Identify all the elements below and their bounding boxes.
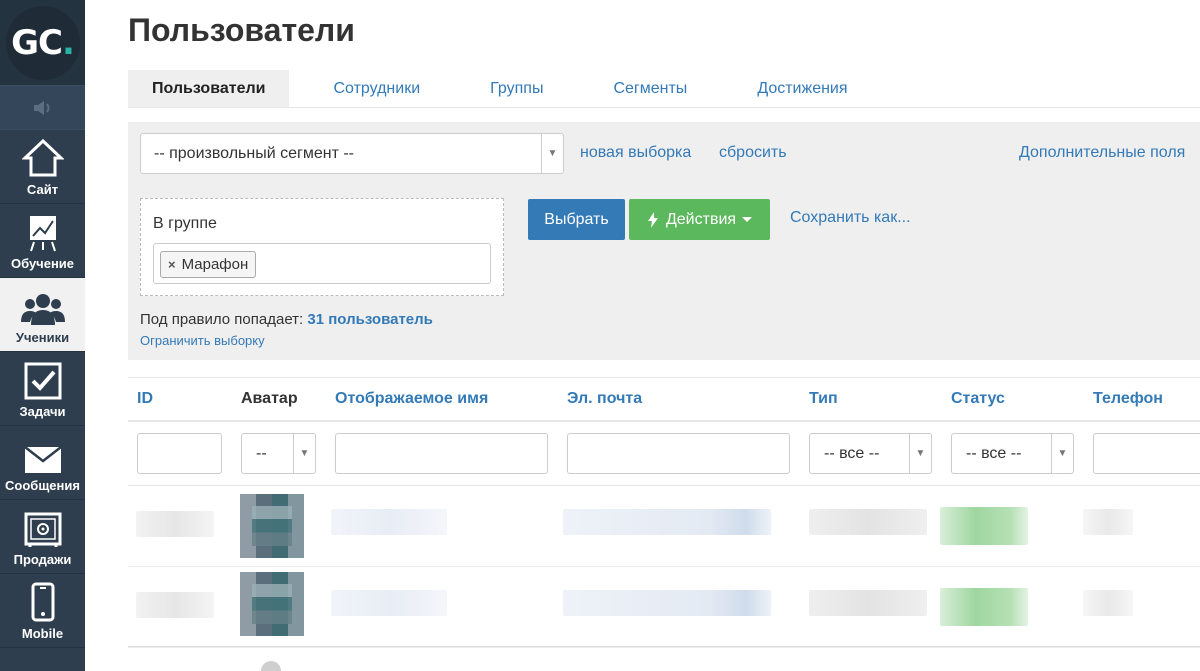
new-selection-link[interactable]: новая выборка bbox=[580, 144, 691, 162]
sidebar-item-students[interactable]: Ученики bbox=[0, 278, 85, 352]
lightning-icon bbox=[647, 211, 658, 228]
tab-segments[interactable]: Сегменты bbox=[589, 70, 711, 107]
envelope-icon bbox=[23, 446, 62, 473]
status-filter-select[interactable]: -- все -- ▼ bbox=[951, 433, 1074, 474]
group-tags-input[interactable]: × Марафон bbox=[153, 243, 491, 284]
column-type[interactable]: Тип bbox=[809, 390, 838, 408]
mobile-phone-icon bbox=[31, 582, 54, 622]
column-phone[interactable]: Телефон bbox=[1093, 390, 1163, 408]
chevron-down-icon: ▼ bbox=[909, 434, 931, 473]
blurred-id bbox=[136, 592, 214, 618]
chevron-down-icon: ▼ bbox=[541, 134, 563, 173]
safe-icon bbox=[24, 512, 61, 547]
tab-achievements[interactable]: Достижения bbox=[733, 70, 871, 107]
column-display-name[interactable]: Отображаемое имя bbox=[335, 390, 488, 408]
matched-count: Под правило попадает: 31 пользователь bbox=[140, 311, 433, 328]
tab-employees[interactable]: Сотрудники bbox=[309, 70, 444, 107]
save-as-link[interactable]: Сохранить как... bbox=[790, 209, 911, 227]
sidebar: GC. Сайт Обучение Ученики Задачи Сообщен… bbox=[0, 0, 85, 671]
sidebar-item-messages[interactable]: Сообщения bbox=[0, 426, 85, 500]
blurred-email bbox=[563, 509, 771, 535]
rule-label: В группе bbox=[153, 215, 217, 232]
matched-count-link[interactable]: 31 пользователь bbox=[307, 311, 433, 328]
avatar bbox=[240, 572, 304, 636]
chevron-down-icon: ▼ bbox=[293, 434, 315, 473]
checkbox-icon bbox=[24, 362, 61, 400]
segment-select[interactable]: -- произвольный сегмент -- ▼ bbox=[140, 133, 564, 174]
sidebar-item-learning[interactable]: Обучение bbox=[0, 204, 85, 278]
sidebar-item-site[interactable]: Сайт bbox=[0, 130, 85, 204]
page-title: Пользователи bbox=[128, 12, 355, 48]
logo[interactable]: GC. bbox=[0, 0, 85, 86]
status-badge bbox=[940, 507, 1028, 545]
email-filter-input[interactable] bbox=[567, 433, 790, 474]
column-status[interactable]: Статус bbox=[951, 390, 1005, 408]
group-chip: × Марафон bbox=[160, 251, 257, 278]
filter-panel: -- произвольный сегмент -- ▼ новая выбор… bbox=[128, 122, 1200, 360]
column-avatar: Аватар bbox=[241, 390, 298, 407]
blurred-name bbox=[331, 509, 447, 535]
tab-groups[interactable]: Группы bbox=[466, 70, 567, 107]
reset-link[interactable]: сбросить bbox=[719, 144, 787, 162]
sidebar-item-tasks[interactable]: Задачи bbox=[0, 352, 85, 426]
blurred-phone bbox=[1083, 509, 1133, 535]
sidebar-item-sales[interactable]: Продажи bbox=[0, 500, 85, 574]
chevron-down-icon: ▼ bbox=[1051, 434, 1073, 473]
table-bottom-border bbox=[128, 646, 1200, 647]
column-email[interactable]: Эл. почта bbox=[567, 390, 642, 408]
table-row[interactable] bbox=[128, 487, 1200, 567]
actions-button[interactable]: Действия bbox=[629, 199, 770, 240]
select-button[interactable]: Выбрать bbox=[528, 199, 625, 240]
id-filter-input[interactable] bbox=[137, 433, 222, 474]
tab-users[interactable]: Пользователи bbox=[128, 70, 290, 107]
home-icon bbox=[21, 138, 64, 177]
blurred-name bbox=[331, 590, 447, 616]
type-filter-select[interactable]: -- все -- ▼ bbox=[809, 433, 932, 474]
announcements-speaker-icon[interactable] bbox=[0, 86, 85, 130]
avatar-filter-select[interactable]: -- ▼ bbox=[241, 433, 316, 474]
blurred-phone bbox=[1083, 590, 1133, 616]
next-row-avatar bbox=[261, 661, 281, 671]
status-badge bbox=[940, 588, 1028, 626]
avatar bbox=[240, 494, 304, 558]
extra-fields-link[interactable]: Дополнительные поля bbox=[1019, 144, 1185, 162]
blurred-type bbox=[809, 590, 927, 616]
phone-filter-input[interactable] bbox=[1093, 433, 1200, 474]
users-icon bbox=[20, 294, 65, 325]
name-filter-input[interactable] bbox=[335, 433, 548, 474]
caret-down-icon bbox=[742, 217, 753, 222]
blurred-id bbox=[136, 511, 214, 537]
main-content: Пользователи Пользователи Сотрудники Гру… bbox=[85, 0, 1200, 671]
chart-board-icon bbox=[29, 216, 56, 252]
table-row[interactable] bbox=[128, 568, 1200, 648]
sidebar-item-mobile[interactable]: Mobile bbox=[0, 574, 85, 648]
blurred-type bbox=[809, 509, 927, 535]
logo-mark: GC. bbox=[5, 5, 80, 80]
limit-selection-link[interactable]: Ограничить выборку bbox=[140, 333, 265, 348]
tab-bar: Пользователи Сотрудники Группы Сегменты … bbox=[128, 70, 1200, 108]
column-id[interactable]: ID bbox=[137, 390, 153, 408]
rule-group-box: В группе × Марафон bbox=[140, 198, 504, 296]
blurred-email bbox=[563, 590, 771, 616]
table-header: ID Аватар Отображаемое имя Эл. почта Тип… bbox=[128, 377, 1200, 422]
remove-chip-icon[interactable]: × bbox=[168, 257, 176, 272]
table-filter-row: -- ▼ -- все -- ▼ -- все -- ▼ bbox=[128, 423, 1200, 486]
